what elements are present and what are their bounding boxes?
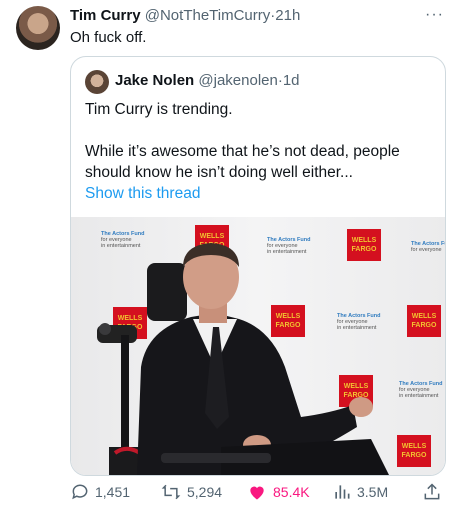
reply-count: 1,451	[95, 484, 131, 500]
like-icon	[250, 486, 264, 500]
views-icon	[335, 485, 350, 499]
tweet-time[interactable]: 21h	[275, 7, 300, 24]
reply-icon	[72, 484, 88, 500]
action-bar: 1,451 5,294 85.4K 3.5M	[70, 482, 444, 504]
views-button[interactable]: 3.5M	[332, 482, 388, 502]
photo-figure	[97, 243, 389, 475]
quoted-author-name: Jake Nolen	[115, 72, 195, 89]
share-icon	[424, 483, 440, 500]
share-button[interactable]	[422, 482, 442, 502]
author-handle[interactable]: @NotTheTimCurry	[145, 7, 271, 24]
author-avatar[interactable]	[16, 6, 60, 50]
quoted-author-avatar	[85, 70, 109, 94]
quoted-text-line-1: Tim Curry is trending.	[85, 101, 233, 118]
author-name[interactable]: Tim Curry	[70, 7, 141, 24]
tweet-header: Tim Curry @NotTheTimCurry·21h	[70, 6, 300, 26]
tweet-photo[interactable]: The Actors Fund for everyone in entertainm…	[71, 217, 445, 475]
reply-button[interactable]: 1,451	[70, 482, 130, 502]
quoted-tweet-header: Jake Nolen @jakenolen·1d	[115, 71, 300, 91]
quoted-tweet[interactable]: Jake Nolen @jakenolen·1d Tim Curry is tr…	[70, 56, 446, 476]
quoted-tweet-text: Tim Curry is trending. While it’s awesom…	[85, 99, 431, 204]
views-count: 3.5M	[357, 484, 389, 500]
like-button[interactable]: 85.4K	[246, 482, 310, 502]
quoted-text-line-2: While it’s awesome that he’s not dead, p…	[85, 143, 400, 181]
retweet-count: 5,294	[187, 484, 223, 500]
tweet-text: Oh fuck off.	[70, 29, 147, 46]
retweet-icon	[161, 484, 181, 500]
show-thread-link[interactable]: Show this thread	[85, 183, 431, 204]
quoted-tweet-time: 1d	[282, 72, 300, 89]
like-count: 85.4K	[273, 484, 310, 500]
quoted-author-handle: @jakenolen	[198, 72, 278, 89]
retweet-button[interactable]: 5,294	[160, 482, 222, 502]
more-icon[interactable]: ···	[425, 6, 444, 24]
